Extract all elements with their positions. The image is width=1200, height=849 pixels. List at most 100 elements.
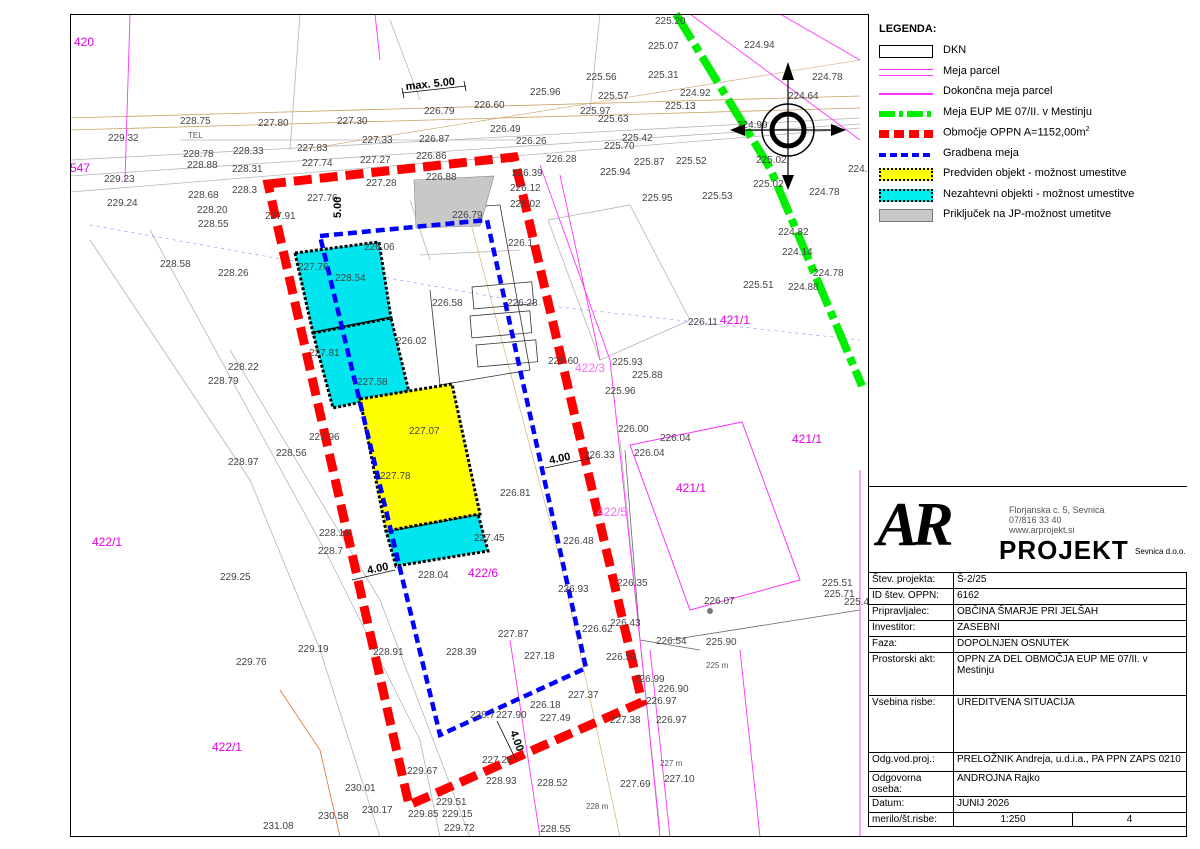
legend-label: Meja EUP ME 07/II. v Mestinju — [943, 105, 1092, 118]
title-value: DOPOLNJEN OSNUTEK — [953, 636, 1187, 653]
height-label: 225.07 — [648, 41, 679, 52]
height-label: 226.86 — [416, 151, 447, 162]
height-label: 225.96 — [530, 87, 561, 98]
height-label: 226.11 — [688, 317, 718, 328]
height-label: 225.13 — [665, 101, 696, 112]
height-label: 226.02 — [510, 199, 541, 210]
parcel-line — [374, 13, 381, 61]
legend-item-oppn: Območje OPPN A=1152,00m2 — [879, 124, 1179, 142]
height-label: 227.38 — [610, 715, 641, 726]
title-value: OPPN ZA DEL OBMOČJA EUP ME 07/II. v Mest… — [953, 652, 1187, 696]
logo-letters: AR — [877, 491, 954, 559]
parcel-number: 422/1 — [92, 535, 122, 549]
height-label: 228.75 — [180, 116, 211, 127]
height-label: 228.55 — [198, 219, 229, 230]
height-label: 225.57 — [598, 91, 629, 102]
height-label: 228.20 — [197, 205, 228, 216]
misc-label: TEL — [188, 131, 203, 140]
height-label: 227.10 — [664, 774, 695, 785]
parcel-number: 420 — [74, 35, 94, 49]
legend-label: Območje OPPN A=1152,00m2 — [943, 126, 1089, 139]
height-label: 224.88 — [788, 282, 819, 293]
height-label: 227.78 — [380, 471, 411, 482]
legend-label: Dokončna meja parcel — [943, 85, 1053, 97]
title-row-scale: merilo/št.risbe: 1:250 4 — [868, 812, 1187, 827]
dimension-text: 4.00 — [366, 561, 389, 577]
height-label: 226.26 — [516, 136, 547, 147]
height-label: 229.32 — [108, 133, 139, 144]
height-label: 229.24 — [107, 198, 138, 209]
parcel-number: 422/1 — [212, 740, 242, 754]
title-row: Odg.vod.proj.: PRELOŽNIK Andreja, u.d.i.a… — [868, 752, 1187, 772]
height-label: 225.95 — [642, 193, 673, 204]
legend-item-eup: Meja EUP ME 07/II. v Mestinju — [879, 104, 1179, 122]
legend-label: Predviden objekt - možnost umestitve — [943, 167, 1127, 179]
legend-swatch — [879, 68, 933, 76]
height-label: 228.7 — [318, 546, 343, 557]
title-key: ID štev. OPPN: — [868, 588, 954, 605]
title-key: Vsebina risbe: — [868, 695, 954, 753]
title-row: Investitor: ZASEBNI — [868, 620, 1187, 637]
height-label: 225.94 — [600, 167, 631, 178]
height-label: 226.18 — [530, 700, 561, 711]
height-label: 228.31 — [232, 164, 263, 175]
legend-label: DKN — [943, 44, 967, 56]
height-label: 226.06 — [364, 242, 395, 253]
height-label: 226.53 — [606, 652, 637, 663]
parcel-line — [739, 649, 761, 838]
logo-town: Sevnica d.o.o. — [1135, 547, 1186, 556]
legend-swatch — [879, 168, 933, 181]
height-label: 226.04 — [634, 448, 665, 459]
title-key: Odg.vod.proj.: — [868, 752, 954, 772]
height-label: 225.52 — [676, 156, 707, 167]
height-label: 226.1 — [508, 238, 533, 249]
legend-label: Meja parcel — [943, 64, 1000, 77]
height-label: 226.43 — [610, 618, 641, 629]
height-label: 226.87 — [419, 134, 450, 145]
height-label: 228.93 — [486, 776, 517, 787]
title-value: OBČINA ŠMARJE PRI JELŠAH — [953, 604, 1187, 621]
parcel-number: 422/6 — [468, 566, 498, 580]
height-label: 227.33 — [362, 135, 393, 146]
parcel-number: 422/3 — [575, 361, 605, 375]
height-label: 227.76 — [298, 262, 329, 273]
title-row: ID štev. OPPN: 6162 — [868, 588, 1187, 605]
legend-label-text: Območje OPPN A=1152,00m — [943, 126, 1086, 139]
height-label: 227.81 — [309, 348, 340, 359]
legend-swatch — [879, 45, 933, 58]
height-label: 224.92 — [680, 88, 711, 99]
height-label: 228.04 — [418, 570, 449, 581]
height-label: 226.48 — [563, 536, 594, 547]
company-logo: AR Florjanska c. 5, Sevnica 07/816 33 40… — [868, 486, 1187, 572]
height-label: 228.22 — [228, 362, 259, 373]
legend-swatch — [879, 188, 933, 202]
legend-swatch — [879, 86, 933, 95]
title-key: Faza: — [868, 636, 954, 653]
height-label: 225.93 — [612, 357, 643, 368]
height-label: 225.31 — [648, 70, 679, 81]
height-label: 228.58 — [160, 259, 191, 270]
height-label: 228.3 — [232, 185, 257, 196]
title-value: JUNIJ 2026 — [953, 796, 1187, 813]
height-label: 229.23 — [104, 174, 135, 185]
legend-item-parcel: Meja parcel — [879, 63, 1179, 81]
height-label: 225.53 — [702, 191, 733, 202]
legend-item-building: Gradbena meja — [879, 145, 1179, 163]
height-label: 229.67 — [407, 766, 438, 777]
height-label: 231.08 — [263, 821, 294, 832]
height-label: 227.28 — [482, 755, 513, 766]
height-label: 228.54 — [335, 273, 366, 284]
title-key: Odgovorna oseba: — [868, 771, 954, 797]
height-label: 230.01 — [345, 783, 376, 794]
height-label: 226.79 — [452, 210, 483, 221]
height-label: 229.72 — [444, 823, 475, 834]
scale-key: merilo/št.risbe: — [868, 812, 954, 827]
legend-item-final: Dokončna meja parcel — [879, 83, 1179, 101]
height-label: 225.87 — [634, 157, 665, 168]
legend-item-connection: Priključek na JP-možnost umetitve — [879, 206, 1179, 224]
height-label: 226.58 — [432, 298, 463, 309]
height-label: 226.04 — [660, 433, 691, 444]
height-label: 227.28 — [366, 178, 397, 189]
title-value: ZASEBNI — [953, 620, 1187, 637]
height-label: 226.60 — [474, 100, 505, 111]
